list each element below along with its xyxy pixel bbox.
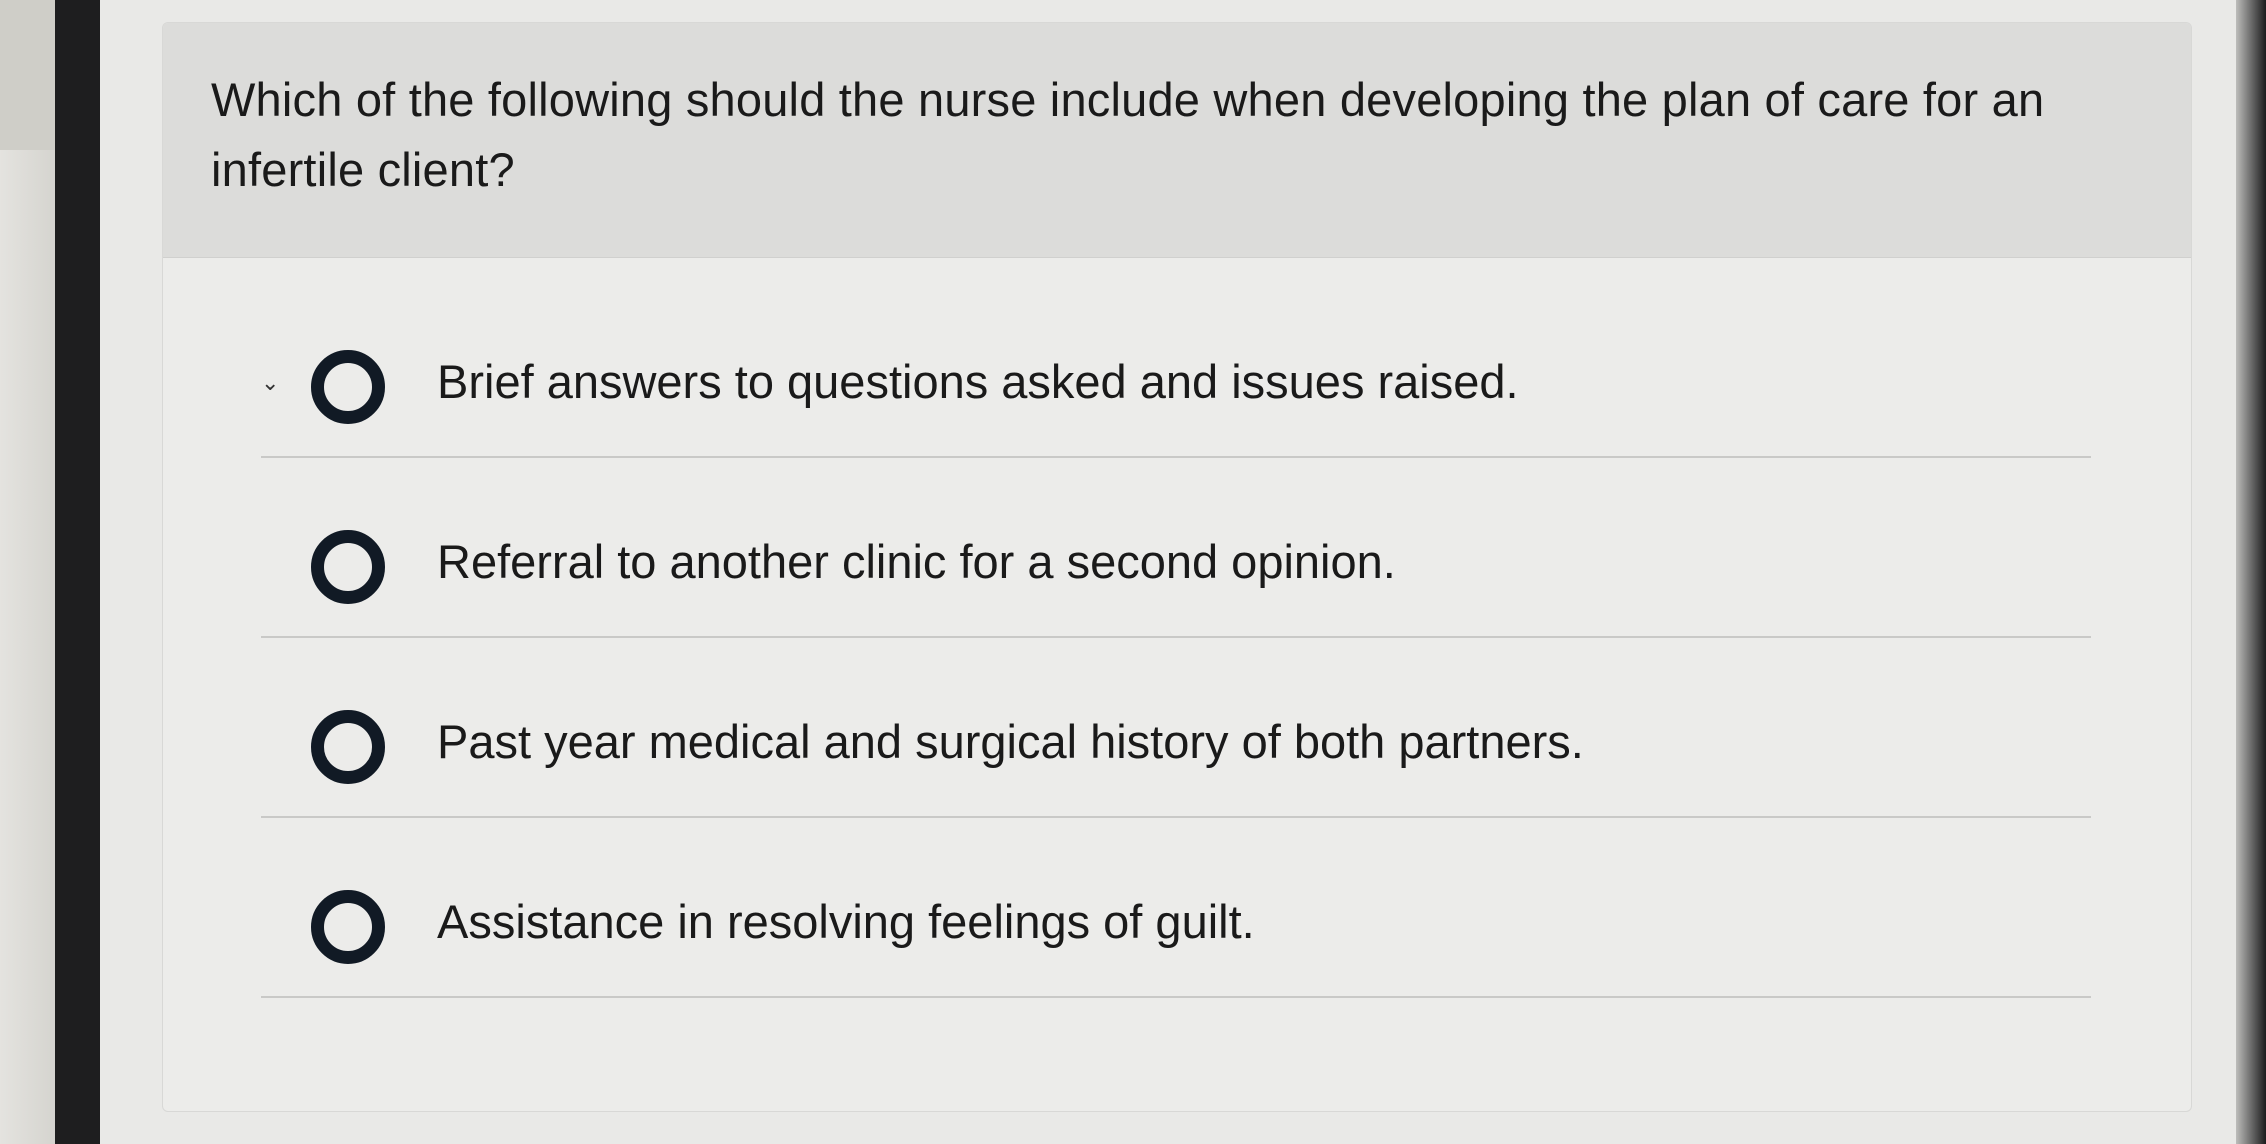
question-text: Which of the following should the nurse … [211, 73, 2045, 196]
photo-left-margin [0, 0, 55, 1144]
radio-button-icon[interactable] [311, 890, 385, 964]
check-mark-icon: ⌄ [261, 370, 280, 395]
answer-option-2[interactable]: Referral to another clinic for a second … [261, 478, 2091, 638]
radio-button-icon[interactable] [311, 710, 385, 784]
question-card: Which of the following should the nurse … [162, 22, 2192, 1112]
answer-option-label: Assistance in resolving feelings of guil… [437, 895, 1255, 948]
answer-option-label: Brief answers to questions asked and iss… [437, 355, 1519, 408]
answer-option-label: Referral to another clinic for a second … [437, 535, 1396, 588]
radio-button-icon[interactable] [311, 530, 385, 604]
answer-option-3[interactable]: Past year medical and surgical history o… [261, 658, 2091, 818]
answer-option-1[interactable]: ⌄ Brief answers to questions asked and i… [261, 298, 2091, 458]
answer-option-4[interactable]: Assistance in resolving feelings of guil… [261, 838, 2091, 998]
photo-left-corner [0, 0, 55, 150]
question-header: Which of the following should the nurse … [163, 23, 2191, 258]
answer-option-label: Past year medical and surgical history o… [437, 715, 1584, 768]
screen: Which of the following should the nurse … [100, 0, 2236, 1144]
device-bezel-right [2236, 0, 2266, 1144]
device-bezel-left [55, 0, 131, 1144]
radio-button-icon[interactable] [311, 350, 385, 424]
